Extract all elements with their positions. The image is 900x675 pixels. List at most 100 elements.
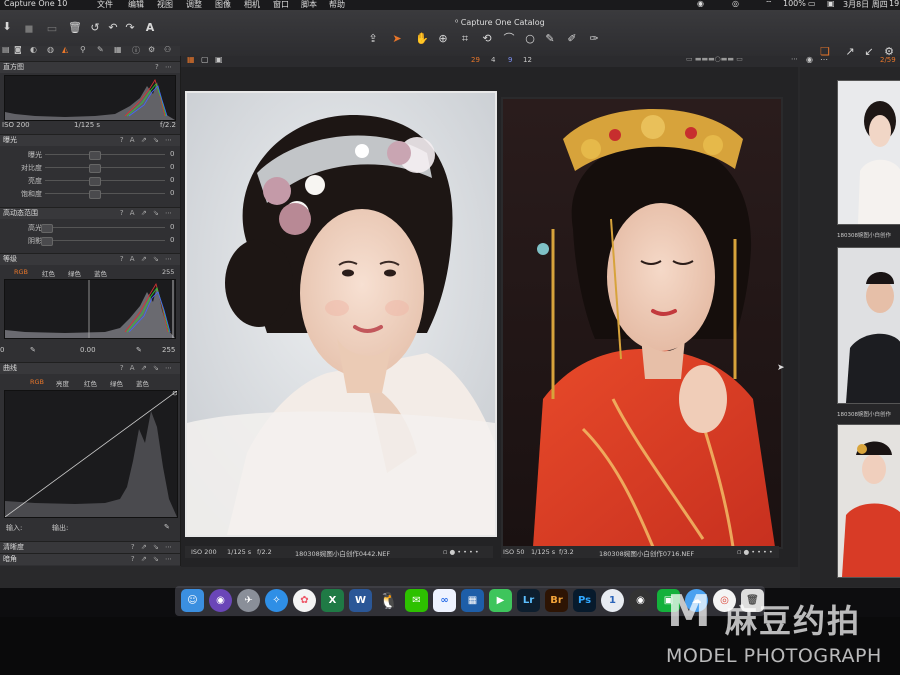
launchpad-icon[interactable]: ✈ bbox=[237, 589, 260, 612]
app-menu[interactable]: Capture One 10 bbox=[4, 0, 67, 8]
grid-view-icon[interactable]: ▦ bbox=[187, 55, 195, 64]
photos-icon[interactable]: ✿ bbox=[293, 589, 316, 612]
eraser-tool-icon[interactable]: ✑ bbox=[587, 32, 601, 46]
panel-controls[interactable]: ? ⇗ ⇘ ⋯ bbox=[131, 554, 174, 565]
exposure-panel-header[interactable]: 曝光 ? A ⇗ ⇘ ⋯ bbox=[0, 134, 180, 146]
slider-knob[interactable] bbox=[89, 190, 101, 199]
lightroom-icon[interactable]: Lr bbox=[517, 589, 540, 612]
menu-camera[interactable]: 相机 bbox=[244, 0, 260, 10]
excel-icon[interactable]: X bbox=[321, 589, 344, 612]
undo-icon[interactable]: ↶ bbox=[106, 21, 120, 35]
siri-icon[interactable]: ◉ bbox=[209, 589, 232, 612]
curve-panel-header[interactable]: 曲线 ? A ⇗ ⇘ ⋯ bbox=[0, 362, 180, 374]
color-tab-icon[interactable]: ◍ bbox=[47, 45, 54, 54]
wechat-icon[interactable]: ✉ bbox=[405, 589, 428, 612]
word-icon[interactable]: W bbox=[349, 589, 372, 612]
bridge-icon[interactable]: Br bbox=[545, 589, 568, 612]
slider-value[interactable]: 0 bbox=[170, 236, 174, 244]
black-picker-icon[interactable]: ✎ bbox=[30, 346, 36, 354]
rating-count[interactable]: 4 bbox=[491, 56, 495, 64]
slider-knob[interactable] bbox=[89, 177, 101, 186]
calendar-grid-icon[interactable]: ▦ bbox=[461, 589, 484, 612]
text-style-icon[interactable]: A bbox=[143, 21, 157, 35]
eye-status-icon[interactable]: ◎ bbox=[732, 0, 739, 8]
one-password-icon[interactable]: 1 bbox=[601, 589, 624, 612]
baidu-netdisk-icon[interactable]: ∞ bbox=[433, 589, 456, 612]
wechat-status-icon[interactable]: ◉ bbox=[697, 0, 704, 8]
white-picker-icon[interactable]: ✎ bbox=[136, 346, 142, 354]
menu-file[interactable]: 文件 bbox=[97, 0, 113, 10]
brush-tool-icon[interactable]: ✐ bbox=[565, 32, 579, 46]
rotate-tool-icon[interactable]: ⟲ bbox=[480, 32, 494, 46]
menubar-date[interactable]: 3月8日 周四 bbox=[843, 0, 888, 10]
panel-controls[interactable]: ? A ⇗ ⇘ ⋯ bbox=[120, 254, 174, 265]
filmstrip-thumb[interactable] bbox=[837, 424, 900, 578]
panel-controls[interactable]: ? ⇗ ⇘ ⋯ bbox=[131, 542, 174, 553]
import-icon[interactable]: ⬇ bbox=[0, 20, 14, 34]
crop-tool-icon[interactable]: ⌗ bbox=[458, 32, 472, 46]
curve-picker-icon[interactable]: ✎ bbox=[164, 523, 170, 531]
photo-white-headpiece[interactable] bbox=[185, 91, 497, 537]
levels-min-value[interactable]: 0 bbox=[0, 346, 4, 354]
exposure-tab-icon[interactable]: ◭ bbox=[62, 45, 68, 54]
slider-track[interactable] bbox=[45, 193, 165, 194]
lens-tab-icon[interactable]: ◐ bbox=[30, 45, 37, 54]
safari-icon[interactable]: ✧ bbox=[265, 589, 288, 612]
levels-tab-blue[interactable]: 蓝色 bbox=[94, 268, 107, 278]
filmstrip-thumb[interactable] bbox=[837, 80, 900, 225]
picker-tool-icon[interactable]: ✎ bbox=[543, 32, 557, 46]
panel-controls[interactable]: ? ⋯ bbox=[155, 62, 174, 73]
slider-track[interactable] bbox=[45, 180, 165, 181]
exposure-slider-row[interactable]: 曝光 0 bbox=[0, 150, 180, 160]
panel-controls[interactable]: ? A ⇗ ⇘ ⋯ bbox=[120, 208, 174, 219]
panel-controls[interactable]: ? A ⇗ ⇘ ⋯ bbox=[120, 363, 174, 374]
slider-value[interactable]: 0 bbox=[170, 150, 174, 158]
output-tab-icon[interactable]: ⓘ bbox=[132, 45, 140, 56]
levels-out-max-value[interactable]: 255 bbox=[162, 346, 175, 354]
local-tab-icon[interactable]: ✎ bbox=[97, 45, 104, 54]
slider-value[interactable]: 0 bbox=[170, 189, 174, 197]
export-icon[interactable]: ⇪ bbox=[366, 32, 380, 46]
metadata-tab-icon[interactable]: ▦ bbox=[114, 45, 122, 54]
curve-tab-green[interactable]: 绿色 bbox=[110, 378, 123, 388]
slider-value[interactable]: 0 bbox=[170, 176, 174, 184]
levels-mid-value[interactable]: 0.00 bbox=[80, 346, 96, 354]
curve-tab-red[interactable]: 红色 bbox=[84, 378, 97, 388]
menu-script[interactable]: 脚本 bbox=[301, 0, 317, 10]
finder-icon[interactable]: ☺ bbox=[181, 589, 204, 612]
slider-track[interactable] bbox=[45, 167, 165, 168]
brightness-slider-row[interactable]: 亮度 0 bbox=[0, 176, 180, 186]
slider-knob[interactable] bbox=[41, 224, 53, 233]
histogram-panel-header[interactable]: 直方图 ? ⋯ bbox=[0, 61, 180, 73]
capture-tab-icon[interactable]: ◙ bbox=[14, 45, 22, 54]
levels-max-value[interactable]: 255 bbox=[162, 268, 174, 276]
custom-tab-icon[interactable]: ⚇ bbox=[164, 45, 171, 54]
curve-tab-luma[interactable]: 亮度 bbox=[56, 378, 69, 388]
pointer-tool-icon[interactable]: ➤ bbox=[390, 32, 404, 46]
clarity-panel-header[interactable]: 清晰度 ? ⇗ ⇘ ⋯ bbox=[0, 541, 180, 553]
menu-help[interactable]: 帮助 bbox=[329, 0, 345, 10]
zoom-slider[interactable]: ▭ ▬▬▬○▬▬ ▭ bbox=[686, 55, 743, 63]
reset-icon[interactable]: ↺ bbox=[88, 21, 102, 35]
contrast-slider-row[interactable]: 对比度 0 bbox=[0, 163, 180, 173]
menu-adjust[interactable]: 调整 bbox=[186, 0, 202, 10]
menubar-clock[interactable]: 19: bbox=[889, 0, 900, 8]
levels-panel-header[interactable]: 等级 ? A ⇗ ⇘ ⋯ bbox=[0, 253, 180, 265]
levels-tab-green[interactable]: 绿色 bbox=[68, 268, 81, 278]
battery-label[interactable]: 100% bbox=[783, 0, 806, 8]
levels-tab-rgb[interactable]: RGB bbox=[14, 268, 28, 276]
delete-icon[interactable]: ▭ bbox=[45, 22, 59, 36]
hdr-panel-header[interactable]: 高动态范围 ? A ⇗ ⇘ ⋯ bbox=[0, 207, 180, 219]
slider-knob[interactable] bbox=[41, 237, 53, 246]
menu-edit[interactable]: 编辑 bbox=[128, 0, 144, 10]
menu-image[interactable]: 图像 bbox=[215, 0, 231, 10]
menu-view[interactable]: 视图 bbox=[157, 0, 173, 10]
slider-value[interactable]: 0 bbox=[170, 223, 174, 231]
levels-histogram[interactable] bbox=[4, 279, 176, 339]
wifi-icon[interactable]: ⌔ bbox=[765, 0, 773, 9]
menu-window[interactable]: 窗口 bbox=[273, 0, 289, 10]
trash-icon[interactable]: 🗑 bbox=[68, 21, 82, 35]
panel-controls[interactable]: ? A ⇗ ⇘ ⋯ bbox=[120, 135, 174, 146]
batch-tab-icon[interactable]: ⚙ bbox=[148, 45, 155, 54]
rating-count[interactable]: 12 bbox=[523, 56, 532, 64]
